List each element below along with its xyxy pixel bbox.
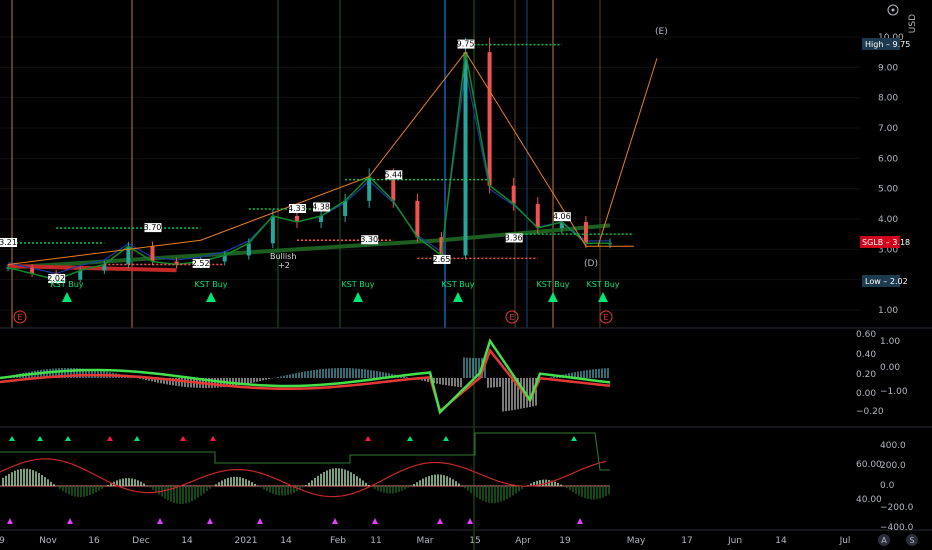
candle-body: [487, 52, 492, 186]
price-tick-label: 9.00: [878, 63, 898, 73]
kst-buy-label: KST Buy: [536, 280, 569, 289]
price-tick-label: 8.00: [878, 94, 898, 104]
svg-text:Low – 2.02: Low – 2.02: [865, 277, 908, 286]
price-label: 3.30: [360, 235, 378, 244]
time-axis-label: 14: [181, 536, 193, 546]
settings-gear-button[interactable]: S: [906, 534, 918, 546]
candle-body: [246, 243, 251, 256]
price-label: 4.33: [288, 204, 306, 213]
time-axis-label: 16: [88, 536, 100, 546]
high-badge: High – 9.75: [862, 38, 910, 50]
time-axis-label: 19: [559, 536, 571, 546]
price-label: 4.06: [553, 212, 571, 221]
price-label: 4.38: [312, 202, 330, 211]
e-marker-label: E: [17, 313, 22, 322]
kst-buy-label: KST Buy: [441, 280, 474, 289]
candle-body: [511, 185, 516, 204]
kst-buy-label: KST Buy: [194, 280, 227, 289]
time-axis-label: 9: [0, 536, 5, 546]
time-axis-label: 14: [775, 536, 787, 546]
e-marker-label: E: [509, 313, 514, 322]
price-label: 2.65: [433, 255, 451, 264]
time-axis-label: Feb: [330, 536, 346, 546]
time-axis-label: 17: [681, 536, 692, 546]
svg-text:High – 9.75: High – 9.75: [865, 40, 910, 49]
e-marker-label: E: [603, 313, 608, 322]
low-badge: Low – 2.02: [862, 275, 908, 287]
osc-right-tick: 200.0: [880, 461, 906, 471]
price-tick-label: 4.00: [878, 215, 898, 225]
candle-body: [463, 52, 468, 256]
time-axis-label: May: [627, 536, 646, 546]
candle-body: [535, 203, 540, 229]
time-axis-label: 14: [280, 536, 292, 546]
stock-chart[interactable]: 3.212.023.702.524.33 4.383.305.442.659.75…: [0, 0, 932, 550]
macd-left-tick: 0.60: [856, 330, 876, 340]
osc-right-tick: −200.0: [880, 503, 914, 513]
wave-e-target-label: (E): [655, 27, 668, 37]
currency-label: USD: [908, 14, 918, 33]
macd-right-tick: −1.00: [880, 387, 908, 397]
kst-buy-label: KST Buy: [50, 280, 83, 289]
svg-text:A: A: [881, 536, 887, 545]
price-label: 5.44: [384, 170, 402, 179]
price-tick-label: 1.00: [878, 306, 898, 316]
bullish-label: Bullish: [270, 252, 296, 261]
time-axis-label: 2021: [235, 536, 258, 546]
kst-buy-label: KST Buy: [586, 280, 619, 289]
kst-buy-label: KST Buy: [341, 280, 374, 289]
price-label: 3.70: [144, 223, 162, 232]
last-price-badge: SGLB – 3.18: [860, 236, 910, 248]
time-axis-label: Jul: [839, 536, 851, 546]
price-tick-label: 5.00: [878, 185, 898, 195]
time-axis-label: 15: [469, 536, 480, 546]
price-label: 9.75: [457, 40, 475, 49]
time-axis-label: Apr: [515, 536, 531, 546]
osc-right-tick: −400.0: [880, 523, 914, 533]
time-axis-label: Jun: [727, 536, 742, 546]
time-axis-label: Dec: [132, 536, 149, 546]
macd-right-tick: 1.00: [880, 337, 900, 347]
osc-right-tick: 0.0: [880, 481, 895, 491]
macd-left-tick: 0.40: [856, 350, 876, 360]
price-label: 3.21: [0, 238, 17, 247]
svg-text:S: S: [909, 536, 914, 545]
price-label: 3.36: [505, 233, 523, 242]
time-axis-label: Mar: [417, 536, 434, 546]
candle-body: [270, 215, 275, 244]
macd-right-tick: 0.00: [880, 363, 900, 373]
price-tick-label: 7.00: [878, 124, 898, 134]
osc-left-tick: 60.00: [856, 460, 882, 470]
svg-text:SGLB – 3.18: SGLB – 3.18: [862, 238, 910, 247]
macd-left-tick: −0.20: [856, 407, 884, 417]
price-tick-label: 6.00: [878, 154, 898, 164]
candle-body: [150, 246, 155, 262]
candle-body: [583, 222, 588, 244]
price-label: 2.52: [192, 259, 210, 268]
time-axis-label: 11: [370, 536, 381, 546]
macd-left-tick: 0.20: [856, 370, 876, 380]
macd-left-tick: 0.00: [856, 389, 876, 399]
bullish-sub-label: +2: [278, 261, 290, 270]
osc-left-tick: 40.00: [856, 495, 882, 505]
wave-d-label: (D): [584, 259, 598, 269]
candle-body: [415, 200, 420, 238]
osc-right-tick: 400.0: [880, 441, 906, 451]
candle-body: [343, 200, 348, 216]
time-axis-label: Nov: [39, 536, 57, 546]
candle-body: [78, 270, 83, 280]
scroll-to-realtime-button[interactable]: A: [878, 534, 890, 546]
